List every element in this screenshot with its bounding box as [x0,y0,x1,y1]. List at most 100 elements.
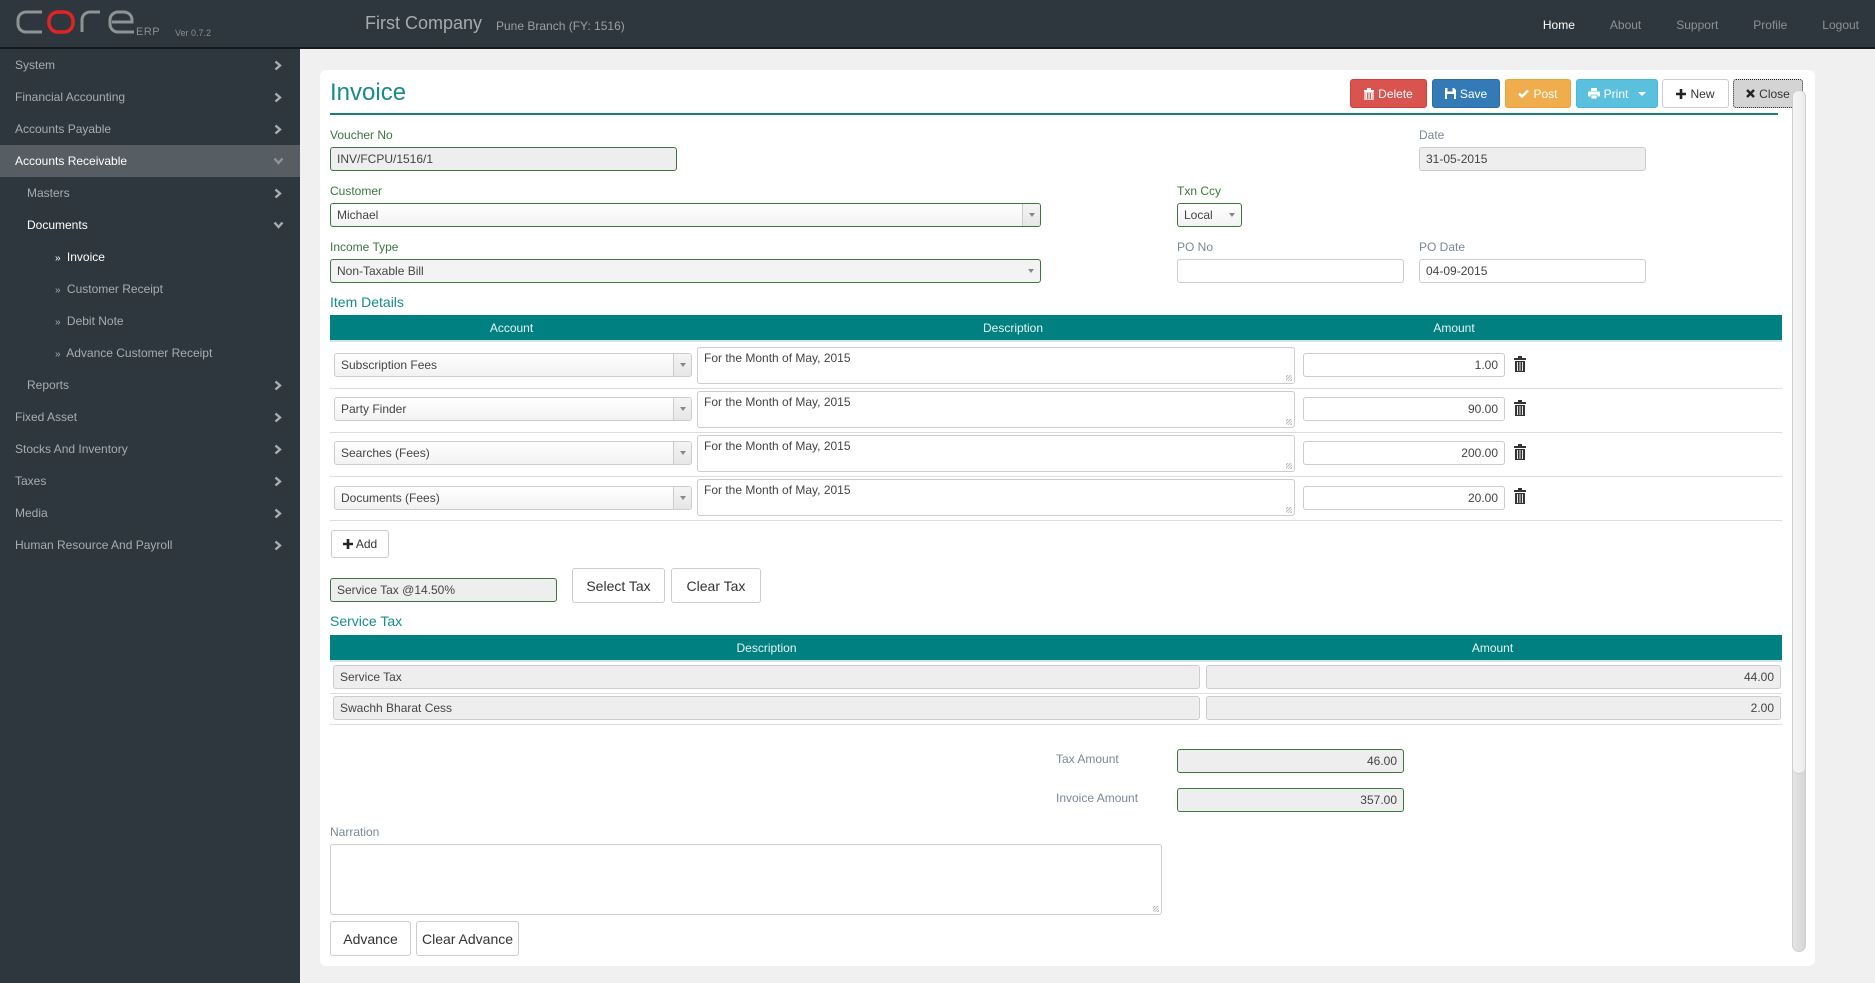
delete-label: Delete [1378,86,1413,101]
resize-grip-icon[interactable] [1286,507,1292,513]
sidebar-item-reports[interactable]: Reports [0,369,300,401]
tax-amount-field[interactable]: 2.00 [1206,696,1781,720]
po-no-field[interactable] [1177,259,1404,283]
date-field[interactable]: 31-05-2015 [1419,147,1646,171]
amount-field[interactable]: 1.00 [1303,353,1505,377]
description-textarea[interactable]: For the Month of May, 2015 [697,479,1295,516]
trash-icon[interactable] [1514,400,1526,416]
description-textarea[interactable]: For the Month of May, 2015 [697,391,1295,428]
account-select[interactable]: Documents (Fees) [334,486,692,510]
po-date-field[interactable]: 04-09-2015 [1419,259,1646,283]
sidebar-item-accounts-receivable[interactable]: Accounts Receivable [0,145,300,177]
sidebar-item-financial-accounting[interactable]: Financial Accounting [0,81,300,113]
logo-erp-text: ERP [136,26,161,38]
close-label: Close [1759,86,1790,101]
nav-support[interactable]: Support [1676,18,1718,32]
sidebar-item-fixed-asset[interactable]: Fixed Asset [0,401,300,433]
txn-ccy-select[interactable]: Local [1177,203,1242,227]
row-divider [330,693,1782,694]
resize-grip-icon[interactable] [1286,463,1292,469]
advance-button[interactable]: Advance [330,921,411,956]
raquo-icon: » [55,285,61,296]
total-tax-amount-field[interactable]: 46.00 [1177,749,1404,773]
voucher-no-value: INV/FCPU/1516/1 [337,152,434,166]
sidebar-item-label: Customer Receipt [66,282,163,296]
nav-logout[interactable]: Logout [1822,18,1859,32]
new-button[interactable]: New [1662,79,1729,108]
sidebar-item-label: Accounts Receivable [15,154,128,168]
sidebar-item-label: Advance Customer Receipt [66,346,213,360]
tax-description-field[interactable]: Service Tax [333,665,1200,689]
sidebar-item-taxes[interactable]: Taxes [0,465,300,497]
income-type-select[interactable]: Non-Taxable Bill [330,259,1041,283]
top-navbar: ERP Ver 0.7.2 First Company Pune Branch … [0,0,1875,49]
account-select[interactable]: Subscription Fees [334,353,692,377]
description-textarea[interactable]: For the Month of May, 2015 [697,435,1295,472]
customer-value: Michael [337,208,379,222]
raquo-icon: » [55,349,61,360]
delete-button[interactable]: Delete [1350,79,1427,108]
print-button[interactable]: Print [1576,79,1658,108]
chevron-right-icon [272,465,284,497]
invoice-amount-field[interactable]: 357.00 [1177,788,1404,812]
sidebar-item-stocks-and-inventory[interactable]: Stocks And Inventory [0,433,300,465]
resize-grip-icon[interactable] [1153,906,1159,912]
income-type-label: Income Type [330,240,399,254]
selected-tax-value: Service Tax @14.50% [337,583,456,597]
clear-tax-button[interactable]: Clear Tax [671,568,761,603]
sidebar-item-customer-receipt[interactable]: » Customer Receipt [0,273,300,305]
sidebar-item-human-resource-and-payroll[interactable]: Human Resource And Payroll [0,529,300,561]
title-divider [330,113,1778,115]
sidebar-item-documents[interactable]: Documents [0,209,300,241]
account-select[interactable]: Party Finder [334,397,692,421]
sidebar-item-label: Stocks And Inventory [15,442,128,456]
voucher-no-field[interactable]: INV/FCPU/1516/1 [330,147,677,171]
nav-about[interactable]: About [1610,18,1641,32]
amount-field[interactable]: 90.00 [1303,397,1505,421]
select-tax-button[interactable]: Select Tax [572,568,665,603]
tax-description-field[interactable]: Swachh Bharat Cess [333,696,1200,720]
customer-select[interactable]: Michael [330,203,1041,227]
add-item-button[interactable]: Add [331,530,389,558]
trash-icon[interactable] [1514,488,1526,504]
nav-profile[interactable]: Profile [1753,18,1787,32]
sidebar-item-masters[interactable]: Masters [0,177,300,209]
advance-label: Advance [343,930,398,947]
account-select[interactable]: Searches (Fees) [334,441,692,465]
sidebar-item-label: Reports [27,378,70,392]
sidebar-item-invoice[interactable]: » Invoice [0,241,300,273]
sidebar-item-media[interactable]: Media [0,497,300,529]
description-value: For the Month of May, 2015 [704,351,851,365]
description-value: For the Month of May, 2015 [704,483,851,497]
vertical-scrollbar[interactable] [1792,90,1806,952]
sidebar-item-advance-customer-receipt[interactable]: » Advance Customer Receipt [0,337,300,369]
tax-amount-field[interactable]: 44.00 [1206,665,1781,689]
sidebar-item-accounts-payable[interactable]: Accounts Payable [0,113,300,145]
scrollbar-thumb[interactable] [1793,91,1805,774]
amount-field[interactable]: 200.00 [1303,441,1505,465]
clear-advance-button[interactable]: Clear Advance [416,921,519,956]
trash-icon[interactable] [1514,356,1526,372]
trash-icon[interactable] [1514,444,1526,460]
save-button[interactable]: Save [1432,79,1500,108]
row-divider [330,724,1782,725]
raquo-icon: » [55,317,61,328]
narration-textarea[interactable] [330,844,1162,915]
sidebar-item-label: Masters [27,186,70,200]
sidebar-item-debit-note[interactable]: » Debit Note [0,305,300,337]
resize-grip-icon[interactable] [1286,419,1292,425]
amount-field[interactable]: 20.00 [1303,486,1505,510]
resize-grip-icon[interactable] [1286,375,1292,381]
amount-value: 200.00 [1461,446,1498,460]
txn-ccy-value: Local [1184,208,1213,222]
column-header-description: Description [736,641,797,655]
po-date-value: 04-09-2015 [1426,264,1488,278]
dropdown-arrow-icon [673,442,691,464]
chevron-right-icon [272,49,284,81]
tax-table-header: Description Amount [330,635,1782,662]
selected-tax-field[interactable]: Service Tax @14.50% [330,578,557,602]
nav-home[interactable]: Home [1543,18,1575,32]
post-button[interactable]: Post [1505,79,1571,108]
description-textarea[interactable]: For the Month of May, 2015 [697,347,1295,384]
sidebar-item-system[interactable]: System [0,49,300,81]
